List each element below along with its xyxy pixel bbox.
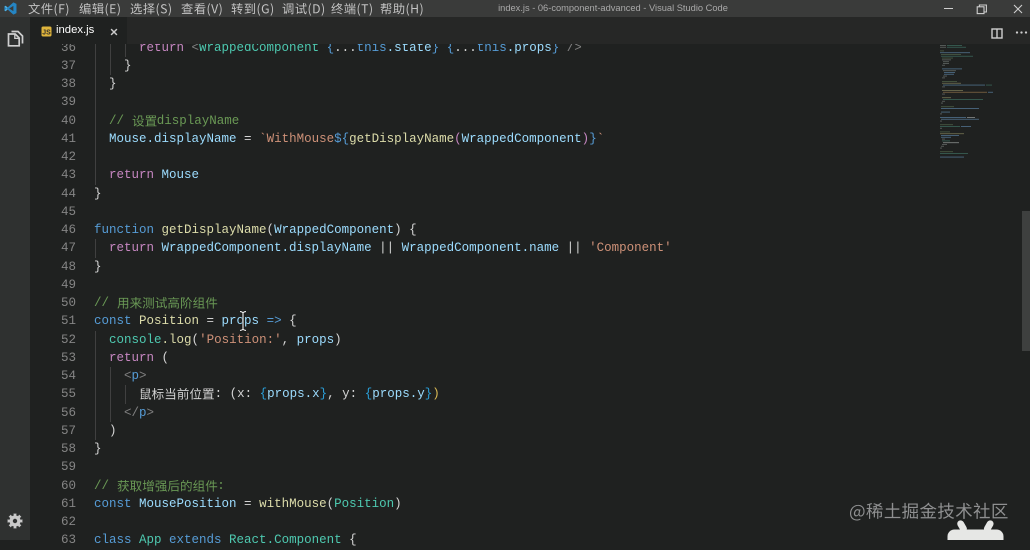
svg-text:JS: JS <box>42 29 51 36</box>
